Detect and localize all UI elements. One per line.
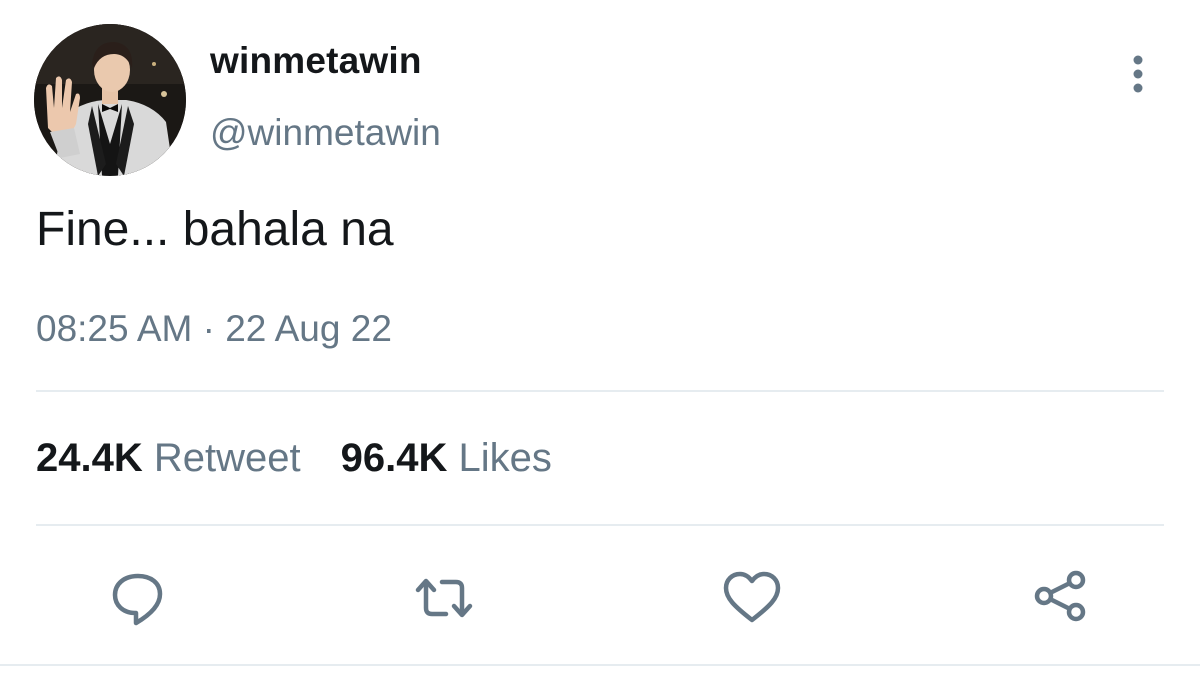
divider bbox=[0, 664, 1200, 666]
retweets-stat[interactable]: 24.4K Retweet bbox=[36, 436, 301, 480]
tweet-timestamp[interactable]: 08:25 AM · 22 Aug 22 bbox=[36, 308, 392, 350]
timestamp-separator: · bbox=[202, 308, 215, 349]
more-vertical-icon[interactable] bbox=[1124, 54, 1152, 94]
likes-stat[interactable]: 96.4K Likes bbox=[341, 436, 552, 480]
tweet-time: 08:25 AM bbox=[36, 308, 193, 349]
like-button[interactable] bbox=[722, 568, 782, 628]
likes-label: Likes bbox=[458, 436, 552, 480]
share-icon bbox=[1034, 570, 1086, 622]
tweet-text: Fine... bahala na bbox=[36, 203, 394, 256]
share-button[interactable] bbox=[1032, 568, 1092, 628]
retweet-icon bbox=[415, 578, 473, 618]
username-handle[interactable]: @winmetawin bbox=[210, 112, 441, 154]
avatar[interactable] bbox=[34, 24, 186, 176]
tweet-date: 22 Aug 22 bbox=[225, 308, 392, 349]
likes-count: 96.4K bbox=[340, 436, 448, 480]
retweet-button[interactable] bbox=[414, 568, 474, 628]
retweets-label: Retweet bbox=[153, 436, 301, 480]
reply-icon bbox=[112, 573, 163, 626]
divider bbox=[36, 390, 1164, 392]
heart-icon bbox=[723, 571, 781, 623]
tweet-card: winmetawin @winmetawin Fine... bahala na… bbox=[0, 0, 1200, 685]
engagement-stats: 24.4K Retweet 96.4K Likes bbox=[36, 436, 552, 481]
retweets-count: 24.4K bbox=[36, 436, 143, 480]
reply-button[interactable] bbox=[108, 568, 168, 628]
display-name[interactable]: winmetawin bbox=[210, 40, 422, 82]
divider bbox=[36, 524, 1164, 526]
